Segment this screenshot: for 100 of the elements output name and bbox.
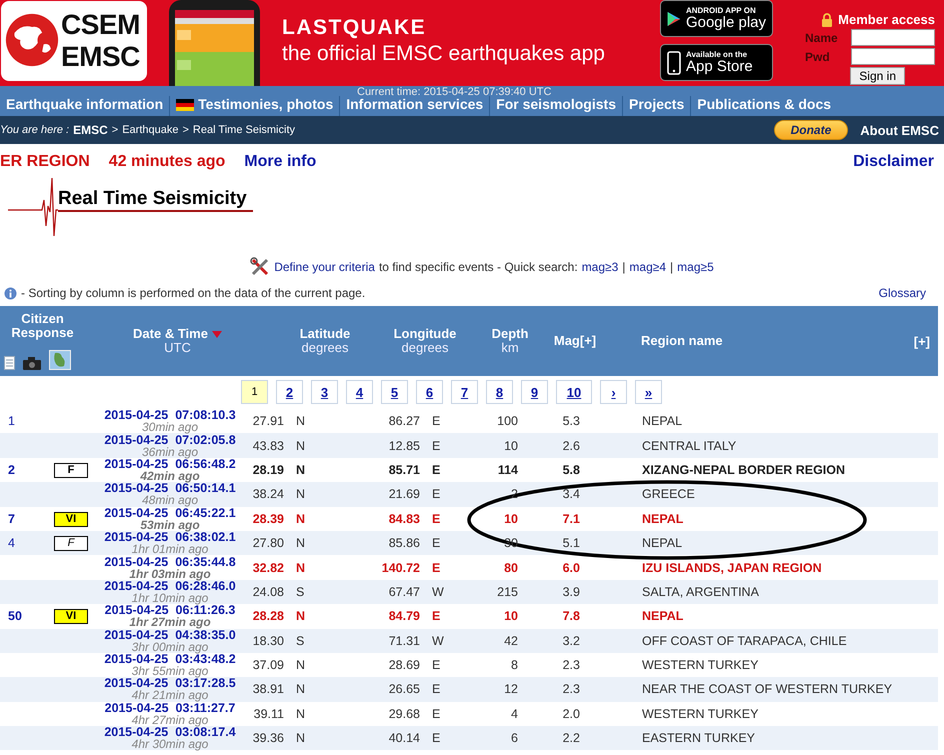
store-badge[interactable]: ANDROID APP ON Google play [660, 0, 773, 37]
event-datetime-link[interactable]: 2015-04-25 03:08:17.4 [104, 726, 236, 738]
page-link[interactable]: » [635, 380, 662, 404]
table-cell-text: 85.86 [388, 536, 421, 550]
event-datetime-link[interactable]: 2015-04-25 06:28:46.0 [104, 580, 236, 592]
time-ago: 4hr 27min ago [132, 714, 208, 726]
expand-columns-link[interactable]: [+] [914, 334, 930, 348]
current-time: Current time: 2015-04-25 07:39:40 UTC [357, 87, 552, 98]
page-link[interactable]: 2 [276, 380, 303, 404]
page-link[interactable]: 10 [556, 380, 592, 404]
map-icon[interactable] [49, 350, 71, 370]
password-field[interactable] [851, 48, 935, 65]
quick-search-link[interactable]: mag≥4 [629, 260, 666, 274]
event-datetime-link[interactable]: 2015-04-25 07:02:05.8 [104, 434, 236, 446]
sign-in-button[interactable]: Sign in [850, 67, 905, 85]
logo[interactable]: CSEM EMSC [1, 1, 147, 81]
breadcrumb-link[interactable]: Earthquake [122, 124, 178, 136]
page-link[interactable]: 8 [486, 380, 513, 404]
table-cell-text: W [431, 634, 445, 648]
table-cell-text: N [295, 438, 306, 453]
intensity-badge[interactable]: F [54, 462, 88, 478]
event-datetime-link[interactable]: 2015-04-25 04:38:35.0 [104, 628, 236, 641]
column-header[interactable]: Longitude [394, 327, 456, 341]
table-cell-text: 28.69 [388, 658, 421, 672]
table-cell-text: 8 [510, 658, 519, 672]
name-field[interactable] [851, 29, 935, 46]
event-datetime-link[interactable]: 2015-04-25 06:35:44.8 [104, 556, 236, 568]
intensity-badge[interactable]: VI [54, 609, 88, 624]
event-datetime-link[interactable]: 2015-04-25 06:50:14.1 [104, 482, 236, 494]
column-header[interactable]: Region name [641, 334, 723, 348]
table-cell-text: 6 [510, 731, 519, 746]
more-info-link[interactable]: More info [244, 153, 316, 171]
camera-icon[interactable] [23, 357, 41, 370]
quick-search-link[interactable]: mag≥5 [677, 260, 714, 274]
intensity-badge[interactable]: F [54, 536, 88, 552]
time-ago: 30min ago [142, 421, 198, 434]
page-link[interactable]: › [600, 380, 627, 404]
breadcrumb-separator: > [112, 124, 118, 136]
table-cell-text: 67.47 [388, 584, 421, 599]
event-datetime-link[interactable]: 2015-04-25 03:11:27.7 [104, 702, 236, 714]
about-link[interactable]: About EMSC [860, 122, 939, 138]
breadcrumb-link[interactable]: EMSC [73, 123, 108, 137]
table-cell-text: 2.2 [562, 731, 581, 746]
quick-search-link[interactable]: mag≥3 [582, 260, 618, 274]
response-count-link[interactable]: 4 [0, 536, 15, 550]
page-link[interactable]: 5 [381, 380, 408, 404]
page-link[interactable]: 6 [416, 380, 443, 404]
table-cell-text: E [431, 682, 442, 696]
store-badge[interactable]: Available on the App Store [660, 44, 773, 81]
table-cell-text: 21.69 [388, 487, 421, 502]
table-cell-text: 6.0 [562, 560, 581, 575]
link-separator: | [622, 260, 626, 274]
column-unit: UTC [164, 341, 191, 355]
event-datetime-link[interactable]: 2015-04-25 06:38:02.1 [104, 531, 236, 544]
event-datetime-link[interactable]: 2015-04-25 03:17:28.5 [104, 677, 236, 690]
table-cell-text: CENTRAL ITALY [641, 438, 738, 453]
page-link[interactable]: 3 [311, 380, 338, 404]
nav-item[interactable]: Publications & docs [691, 96, 838, 116]
logo-text: EMSC [61, 41, 140, 73]
column-header[interactable]: Latitude [300, 327, 350, 341]
table-cell-text: E [431, 487, 442, 502]
event-datetime-link[interactable]: 2015-04-25 06:56:48.2 [104, 458, 236, 470]
response-count-link[interactable]: 7 [0, 512, 15, 526]
column-header[interactable]: Citizen Response [8, 312, 78, 340]
response-count-link[interactable]: 50 [0, 609, 22, 624]
donate-button[interactable]: Donate [774, 120, 848, 140]
page-link[interactable]: 7 [451, 380, 478, 404]
table-cell-text: WESTERN TURKEY [641, 658, 760, 672]
table-cell-text: 42 [503, 634, 519, 648]
time-ago: 1hr 27min ago [129, 616, 211, 628]
tools-icon [250, 257, 270, 277]
time-ago: 1hr 03min ago [129, 568, 211, 580]
name-label: Name [805, 30, 839, 44]
event-datetime-link[interactable]: 2015-04-25 07:08:10.3 [104, 409, 236, 422]
disclaimer-link[interactable]: Disclaimer [853, 153, 934, 171]
breadcrumb-link[interactable]: Real Time Seismicity [192, 124, 295, 136]
table-cell-text: SALTA, ARGENTINA [641, 584, 760, 599]
event-datetime-link[interactable]: 2015-04-25 03:43:48.2 [104, 653, 236, 666]
table-cell-text: 84.83 [388, 512, 421, 526]
event-datetime-link[interactable]: 2015-04-25 06:45:22.1 [104, 506, 236, 519]
intensity-badge[interactable]: VI [54, 512, 88, 527]
table-cell-text: WESTERN TURKEY [641, 706, 760, 721]
page-link[interactable]: 4 [346, 380, 373, 404]
table-cell-text: N [295, 658, 306, 672]
table-cell-text: 24.08 [252, 584, 285, 599]
event-datetime-link[interactable]: 2015-04-25 06:11:26.3 [104, 604, 236, 616]
table-cell-text: 86.27 [388, 414, 421, 428]
page-link[interactable]: 1 [241, 380, 268, 404]
breadcrumb-label: You are here : [0, 124, 70, 136]
define-criteria-link[interactable]: Define your criteria [274, 260, 375, 274]
response-count-link[interactable]: 2 [0, 462, 15, 477]
response-count-link[interactable]: 1 [0, 414, 15, 428]
column-header[interactable]: Mag[+] [554, 334, 596, 348]
page-link[interactable]: 9 [521, 380, 548, 404]
table-cell-text: OFF COAST OF TARAPACA, CHILE [641, 634, 848, 648]
column-header[interactable]: Depth [492, 327, 528, 341]
glossary-link[interactable]: Glossary [878, 286, 926, 300]
table-cell-text: E [431, 658, 442, 672]
document-icon[interactable] [4, 356, 15, 370]
column-header[interactable]: Date & Time [133, 327, 222, 341]
